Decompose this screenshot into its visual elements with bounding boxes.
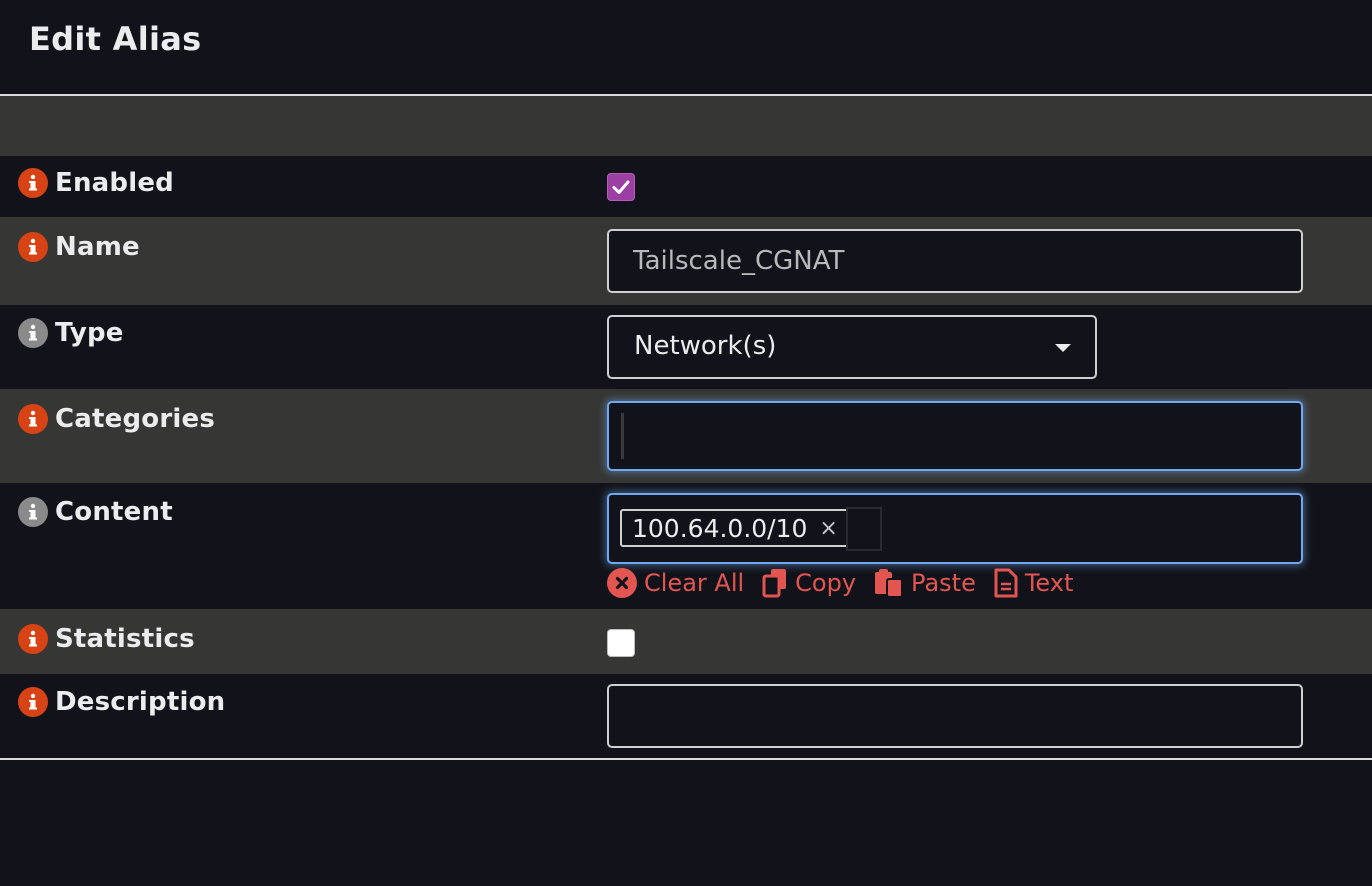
content-tag: 100.64.0.0/10 × xyxy=(620,509,850,547)
name-label-group: Name xyxy=(18,232,140,262)
statistics-label: Statistics xyxy=(55,624,195,654)
dialog-title: Edit Alias xyxy=(29,20,202,58)
tag-entry-input[interactable] xyxy=(846,507,882,551)
info-icon[interactable] xyxy=(18,232,48,262)
statistics-label-group: Statistics xyxy=(18,624,195,654)
tag-label: 100.64.0.0/10 xyxy=(632,513,808,543)
info-icon[interactable] xyxy=(18,687,48,717)
name-input[interactable] xyxy=(607,229,1303,293)
clear-all-button[interactable]: Clear All xyxy=(607,568,744,598)
description-input[interactable] xyxy=(607,684,1303,748)
type-select[interactable]: Network(s) xyxy=(607,315,1097,379)
copy-icon xyxy=(762,569,787,598)
text-label: Text xyxy=(1024,569,1074,597)
paste-label: Paste xyxy=(911,569,976,597)
form-bottom-divider xyxy=(0,758,1372,760)
content-label-group: Content xyxy=(18,497,173,527)
row-statistics: Statistics xyxy=(0,609,1372,674)
categories-label: Categories xyxy=(55,404,216,434)
copy-label: Copy xyxy=(795,569,857,597)
text-cursor xyxy=(621,413,624,459)
text-button[interactable]: Text xyxy=(994,568,1074,598)
name-label: Name xyxy=(55,232,140,262)
enabled-checkbox[interactable] xyxy=(607,173,635,201)
description-label-group: Description xyxy=(18,687,225,717)
dialog-header: Edit Alias xyxy=(0,0,1372,96)
content-label: Content xyxy=(55,497,173,527)
file-text-icon xyxy=(994,568,1018,598)
chevron-down-icon xyxy=(1055,344,1071,352)
remove-tag-icon[interactable]: × xyxy=(819,516,837,541)
type-label: Type xyxy=(55,318,124,348)
description-label: Description xyxy=(55,687,226,717)
info-icon[interactable] xyxy=(18,318,48,348)
enabled-label-group: Enabled xyxy=(18,168,174,198)
content-tag-field[interactable]: 100.64.0.0/10 × xyxy=(607,493,1303,564)
info-icon[interactable] xyxy=(18,624,48,654)
info-icon[interactable] xyxy=(18,497,48,527)
row-name: Name xyxy=(0,217,1372,305)
paste-icon xyxy=(875,569,904,598)
row-categories: Categories xyxy=(0,389,1372,483)
content-tools: Clear All Copy Paste Text xyxy=(607,568,1091,598)
checkmark-icon xyxy=(612,180,630,194)
info-icon[interactable] xyxy=(18,168,48,198)
categories-label-group: Categories xyxy=(18,404,215,434)
enabled-label: Enabled xyxy=(55,168,174,198)
close-circle-icon xyxy=(607,568,637,598)
clear-all-label: Clear All xyxy=(644,569,745,597)
paste-button[interactable]: Paste xyxy=(874,568,976,598)
form-spacer xyxy=(0,96,1372,156)
row-description: Description xyxy=(0,674,1372,758)
row-enabled: Enabled xyxy=(0,156,1372,217)
info-icon[interactable] xyxy=(18,404,48,434)
copy-button[interactable]: Copy xyxy=(762,568,856,598)
statistics-checkbox[interactable] xyxy=(607,629,635,657)
type-label-group: Type xyxy=(18,318,124,348)
categories-input[interactable] xyxy=(607,401,1303,471)
type-selected-value: Network(s) xyxy=(634,331,777,361)
